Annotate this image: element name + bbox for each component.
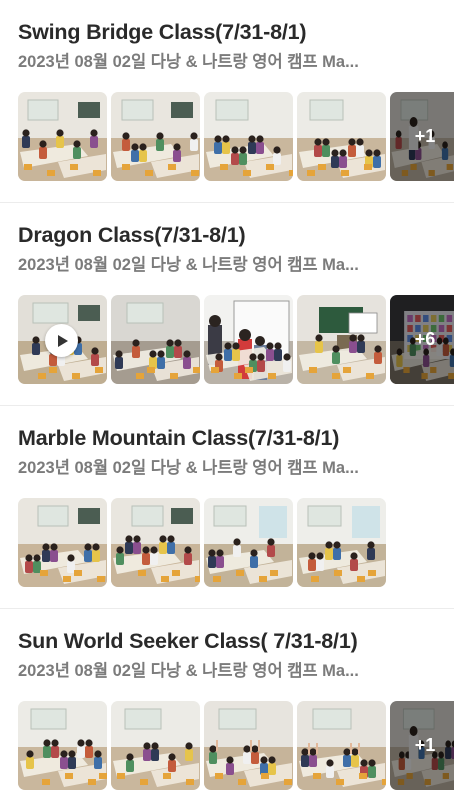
more-photos-count[interactable]: +1 [390, 701, 454, 790]
more-photos-count[interactable]: +1 [390, 92, 454, 181]
photo-image [204, 701, 293, 790]
album-post[interactable]: Sun World Seeker Class( 7/31-8/1) 2023년 … [0, 609, 454, 800]
photo-image [297, 701, 386, 790]
photo-thumbnail[interactable] [297, 295, 386, 384]
photo-image [111, 701, 200, 790]
photo-thumbnail[interactable] [111, 295, 200, 384]
photo-image [111, 295, 200, 384]
album-post[interactable]: Dragon Class(7/31-8/1) 2023년 08월 02일 다낭 … [0, 203, 454, 406]
photo-strip: +1 [18, 701, 454, 790]
photo-thumbnail[interactable] [111, 498, 200, 587]
photo-thumbnail[interactable] [204, 295, 293, 384]
photo-strip [18, 498, 454, 587]
photo-image [18, 92, 107, 181]
photo-thumbnail[interactable] [204, 92, 293, 181]
photo-thumbnail[interactable] [297, 498, 386, 587]
photo-image [297, 498, 386, 587]
album-subtitle: 2023년 08월 02일 다낭 & 나트랑 영어 캠프 Ma... [18, 53, 359, 71]
photo-image [18, 498, 107, 587]
play-icon[interactable] [45, 324, 78, 357]
photo-thumbnail[interactable] [111, 701, 200, 790]
photo-image [204, 295, 293, 384]
photo-image [111, 498, 200, 587]
album-feed: Swing Bridge Class(7/31-8/1) 2023년 08월 0… [0, 0, 454, 800]
photo-strip: +6 [18, 295, 454, 384]
album-subtitle: 2023년 08월 02일 다낭 & 나트랑 영어 캠프 Ma... [18, 256, 359, 274]
album-post[interactable]: Marble Mountain Class(7/31-8/1) 2023년 08… [0, 406, 454, 609]
more-photos-count[interactable]: +6 [390, 295, 454, 384]
photo-thumbnail[interactable] [297, 701, 386, 790]
photo-thumbnail[interactable]: +6 [390, 295, 454, 384]
album-title[interactable]: Marble Mountain Class(7/31-8/1) [18, 424, 454, 452]
photo-image [297, 295, 386, 384]
album-title[interactable]: Swing Bridge Class(7/31-8/1) [18, 18, 454, 46]
photo-thumbnail[interactable] [111, 92, 200, 181]
photo-image [204, 498, 293, 587]
photo-thumbnail[interactable] [18, 295, 107, 384]
photo-thumbnail[interactable] [18, 92, 107, 181]
photo-image [111, 92, 200, 181]
album-post[interactable]: Swing Bridge Class(7/31-8/1) 2023년 08월 0… [0, 0, 454, 203]
photo-thumbnail[interactable] [204, 701, 293, 790]
photo-image [18, 701, 107, 790]
album-title[interactable]: Dragon Class(7/31-8/1) [18, 221, 454, 249]
photo-thumbnail[interactable]: +1 [390, 92, 454, 181]
photo-thumbnail[interactable] [297, 92, 386, 181]
album-title[interactable]: Sun World Seeker Class( 7/31-8/1) [18, 627, 454, 655]
photo-image [297, 92, 386, 181]
photo-thumbnail[interactable] [18, 498, 107, 587]
photo-strip: +1 [18, 92, 454, 181]
photo-image [204, 92, 293, 181]
photo-thumbnail[interactable]: +1 [390, 701, 454, 790]
photo-thumbnail[interactable] [18, 701, 107, 790]
album-subtitle: 2023년 08월 02일 다낭 & 나트랑 영어 캠프 Ma... [18, 662, 359, 680]
photo-thumbnail[interactable] [204, 498, 293, 587]
album-subtitle: 2023년 08월 02일 다낭 & 나트랑 영어 캠프 Ma... [18, 459, 359, 477]
